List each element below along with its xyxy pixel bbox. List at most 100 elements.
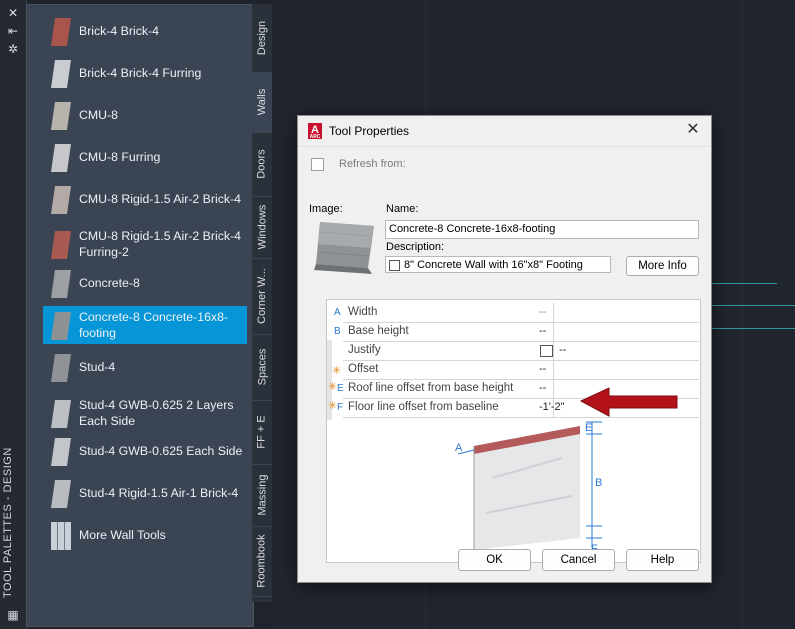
close-icon[interactable]: ✕	[5, 6, 21, 20]
property-value[interactable]: -1'-2"	[539, 401, 565, 413]
palette-item[interactable]: Stud-4 Rigid-1.5 Air-1 Brick-4	[43, 474, 247, 512]
auto-hide-icon[interactable]: ⇤	[5, 24, 21, 38]
property-value[interactable]: --	[559, 344, 566, 356]
title-bar[interactable]: A ARC Tool Properties ✕	[298, 116, 711, 147]
grid-line	[742, 0, 743, 629]
wall-style-icon	[49, 100, 71, 130]
wall-style-icon	[49, 436, 71, 466]
cancel-button[interactable]: Cancel	[542, 549, 615, 571]
palette-tab[interactable]: Doors	[252, 132, 272, 197]
palette-item-label: CMU-8	[79, 108, 118, 122]
property-value[interactable]: --	[539, 382, 546, 394]
palette-tab[interactable]: FF + E	[252, 400, 272, 465]
properties-icon[interactable]: ✲	[5, 42, 21, 56]
palette-item-label: CMU-8 Rigid-1.5 Air-2 Brick-4	[79, 192, 241, 206]
palette-item[interactable]: Brick-4 Brick-4	[43, 12, 247, 50]
properties-panel: E A B F Width -- A Base height -- B Justify -- O…	[326, 299, 701, 563]
more-info-button[interactable]: More Info	[626, 256, 699, 276]
property-label: Base height	[348, 325, 409, 337]
tool-properties-dialog: A ARC Tool Properties ✕ Refresh from: Ima…	[297, 115, 712, 583]
annotation-arrow	[579, 387, 678, 417]
palette-item-label: Concrete-8	[79, 276, 140, 290]
property-value[interactable]: --	[539, 325, 546, 337]
palette-item-label: Stud-4 GWB-0.625 Each Side	[79, 444, 243, 458]
palette-tab-label: Corner W...	[256, 268, 268, 324]
description-label: Description:	[386, 241, 445, 253]
palette-item[interactable]: Concrete-8	[43, 264, 247, 302]
refresh-label: Refresh from:	[339, 158, 406, 170]
description-field[interactable]: 8" Concrete Wall with 16"x8" Footing	[385, 256, 611, 273]
column-divider	[553, 379, 554, 398]
column-divider	[553, 341, 554, 360]
palette-tab-label: Roombook	[256, 534, 269, 588]
diagram-label-e: E	[585, 422, 592, 434]
palette-tab[interactable]: Roombook	[252, 526, 272, 597]
name-field[interactable]: Concrete-8 Concrete-16x8-footing	[385, 220, 699, 239]
palette-tab[interactable]: Massing	[252, 464, 272, 527]
palette-tab-label: Windows	[256, 204, 268, 250]
property-row[interactable]: Offset --	[343, 360, 699, 380]
image-label: Image:	[309, 203, 343, 215]
property-row[interactable]: Base height --	[343, 322, 699, 342]
palette-item-label: CMU-8 Rigid-1.5 Air-2 Brick-4 Furring-2	[79, 229, 241, 259]
property-value[interactable]: --	[539, 363, 546, 375]
palette-tab[interactable]: Spaces	[252, 334, 272, 401]
palette-menu-icon[interactable]: ▦	[5, 608, 21, 622]
palette-tab-label: Doors	[256, 149, 268, 179]
column-divider	[553, 303, 554, 322]
property-row[interactable]: Justify --	[343, 341, 699, 361]
wall-style-icon	[49, 268, 71, 298]
palette-item-label: Stud-4 GWB-0.625 2 Layers Each Side	[79, 398, 234, 428]
palette-tab-label: Walls	[256, 88, 269, 116]
modified-star-icon: ✳	[332, 365, 342, 377]
palette-item[interactable]: More Wall Tools	[43, 516, 247, 554]
more-tools-icon	[49, 520, 71, 550]
dialog-title: Tool Properties	[329, 124, 410, 138]
palette-tab-label: Massing	[256, 474, 268, 516]
wall-style-icon	[49, 478, 71, 508]
ok-button[interactable]: OK	[458, 549, 531, 571]
wall-style-icon	[49, 310, 71, 340]
canvas-line	[712, 328, 795, 329]
palette-item[interactable]: Stud-4 GWB-0.625 Each Side	[43, 432, 247, 470]
palette-tab-label: FF + E	[256, 415, 268, 449]
tool-image[interactable]	[312, 218, 378, 278]
justify-icon[interactable]	[540, 345, 553, 357]
palette-tab[interactable]: Corner W...	[252, 258, 272, 335]
wall-style-icon	[49, 16, 71, 46]
property-key-letter: F	[337, 402, 344, 413]
palette-item[interactable]: CMU-8	[43, 96, 247, 134]
description-edit-icon[interactable]	[389, 260, 400, 271]
autocad-app-icon: A ARC	[308, 123, 322, 140]
property-key-letter: A	[334, 307, 341, 318]
property-row[interactable]: Width --	[343, 303, 699, 323]
property-key-letter: B	[334, 326, 341, 337]
palette-item[interactable]: Concrete-8 Concrete-16x8-footing	[43, 306, 247, 344]
palette-item[interactable]: CMU-8 Furring	[43, 138, 247, 176]
canvas-line	[712, 283, 777, 284]
palette-control-strip: ✕ ⇤ ✲ TOOL PALETTES - DESIGN ▦	[0, 0, 27, 629]
palette-tab[interactable]: Walls	[252, 72, 272, 133]
property-value[interactable]: --	[539, 306, 546, 318]
palette-item-label: Brick-4 Brick-4 Furring	[79, 66, 202, 80]
palette-title: TOOL PALETTES - DESIGN	[2, 447, 14, 598]
palette-item-label: Stud-4	[79, 360, 116, 374]
wall-style-icon	[49, 184, 71, 214]
palette-item[interactable]: CMU-8 Rigid-1.5 Air-2 Brick-4	[43, 180, 247, 218]
palette-item[interactable]: Brick-4 Brick-4 Furring	[43, 54, 247, 92]
refresh-checkbox[interactable]	[311, 158, 324, 171]
palette-item[interactable]: Stud-4 GWB-0.625 2 Layers Each Side	[43, 390, 247, 436]
palette-item[interactable]: CMU-8 Rigid-1.5 Air-2 Brick-4 Furring-2	[43, 221, 247, 267]
palette-tab[interactable]: Windows	[252, 196, 272, 259]
palette-tab[interactable]: Design	[252, 4, 272, 73]
close-icon[interactable]: ✕	[685, 122, 701, 138]
wall-style-icon	[49, 352, 71, 382]
diagram-label-b: B	[595, 477, 602, 489]
palette-item[interactable]: Stud-4	[43, 348, 247, 386]
canvas-line	[712, 305, 795, 306]
property-label: Floor line offset from baseline	[348, 401, 499, 413]
wall-style-icon	[49, 229, 71, 259]
property-label: Offset	[348, 363, 379, 375]
diagram-label-a: A	[455, 442, 463, 454]
help-button[interactable]: Help	[626, 549, 699, 571]
